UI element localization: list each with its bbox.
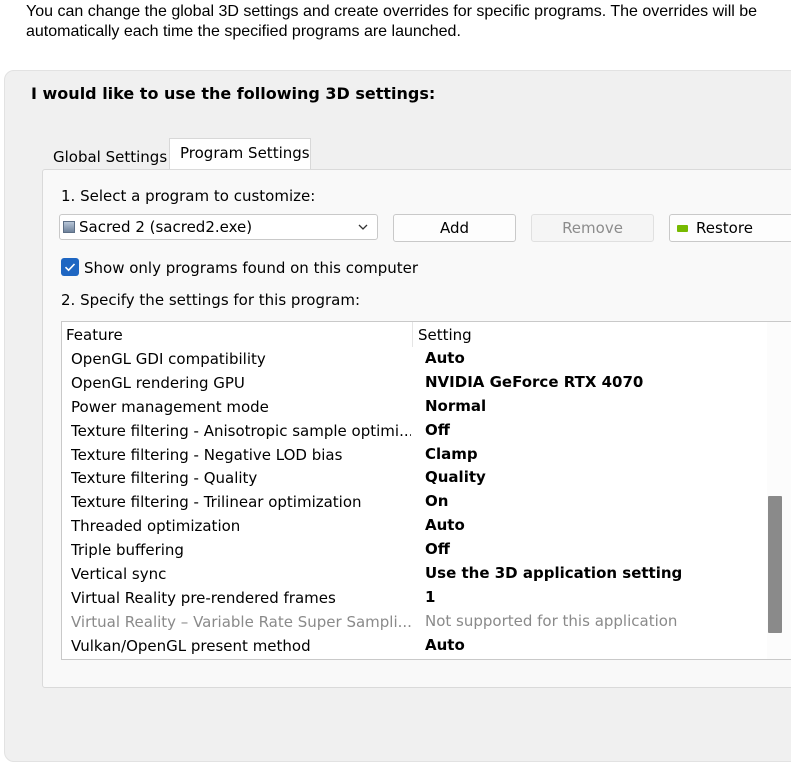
table-row[interactable]: Texture filtering - Negative LOD bias Cla… [62, 443, 767, 467]
table-row[interactable]: Threaded optimization Auto [62, 514, 767, 538]
setting-cell[interactable]: Not supported for this application [425, 612, 677, 630]
setting-cell[interactable]: Normal [425, 397, 486, 415]
table-row[interactable]: Triple buffering Off [62, 538, 767, 562]
nvidia-icon [677, 225, 688, 232]
feature-cell: Threaded optimization [71, 517, 241, 536]
settings-heading: I would like to use the following 3D set… [31, 84, 436, 103]
feature-cell: Vulkan/OpenGL present method [71, 636, 311, 655]
vertical-scrollbar[interactable] [767, 322, 791, 659]
program-select[interactable]: Sacred 2 (sacred2.exe) [59, 214, 378, 240]
feature-cell: OpenGL GDI compatibility [71, 350, 266, 368]
table-row[interactable]: Vertical sync Use the 3D application sett… [62, 562, 767, 586]
settings-list: Feature Setting OpenGL GDI compatibility… [61, 321, 791, 660]
app-icon [63, 221, 75, 233]
column-header-feature[interactable]: Feature [66, 326, 123, 344]
program-select-value: Sacred 2 (sacred2.exe) [79, 218, 253, 236]
setting-cell[interactable]: Auto [425, 516, 465, 534]
setting-cell[interactable]: Auto [425, 636, 465, 654]
setting-cell[interactable]: Off [425, 421, 450, 439]
list-header: Feature Setting [62, 322, 767, 347]
table-row[interactable]: OpenGL GDI compatibility Auto [62, 347, 767, 371]
table-row[interactable]: OpenGL rendering GPU NVIDIA GeForce RTX 4… [62, 371, 767, 395]
show-only-found-label: Show only programs found on this compute… [84, 259, 419, 277]
tab-global-settings[interactable]: Global Settings [44, 143, 178, 170]
step1-label: 1. Select a program to customize: [61, 187, 316, 205]
intro-text: You can change the global 3D settings an… [26, 3, 758, 40]
restore-label: Restore [696, 219, 753, 237]
feature-cell: Virtual Reality – Variable Rate Super Sa… [71, 612, 411, 631]
feature-cell: Power management mode [71, 397, 269, 416]
settings-rows: OpenGL GDI compatibility Auto OpenGL rende… [62, 347, 767, 658]
feature-cell: Texture filtering - Trilinear optimizati… [71, 493, 362, 512]
column-header-setting[interactable]: Setting [418, 326, 472, 344]
table-row[interactable]: Texture filtering - Anisotropic sample o… [62, 419, 767, 443]
feature-cell: Texture filtering - Negative LOD bias [71, 445, 343, 464]
table-row[interactable]: Texture filtering - Quality Quality [62, 466, 767, 490]
setting-cell[interactable]: Quality [425, 468, 486, 486]
add-button[interactable]: Add [393, 214, 516, 242]
setting-cell[interactable]: Use the 3D application setting [425, 564, 682, 582]
restore-button[interactable]: Restore [669, 214, 791, 242]
feature-cell: Vertical sync [71, 565, 167, 584]
scrollbar-thumb[interactable] [768, 496, 782, 633]
show-only-found-checkbox[interactable] [61, 258, 79, 276]
column-divider [412, 322, 413, 347]
setting-cell[interactable]: 1 [425, 588, 435, 606]
setting-cell[interactable]: Clamp [425, 445, 478, 463]
tab-program-settings[interactable]: Program Settings [169, 138, 311, 170]
remove-button[interactable]: Remove [531, 214, 654, 242]
table-row[interactable]: Power management mode Normal [62, 395, 767, 419]
setting-cell[interactable]: On [425, 492, 448, 510]
feature-cell: Texture filtering - Quality [71, 469, 258, 488]
table-row[interactable]: Virtual Reality – Variable Rate Super Sa… [62, 610, 767, 634]
setting-cell[interactable]: Auto [425, 349, 465, 367]
chevron-down-icon [358, 224, 368, 230]
table-row[interactable]: Vulkan/OpenGL present method Auto [62, 634, 767, 658]
table-row[interactable]: Texture filtering - Trilinear optimizati… [62, 490, 767, 514]
feature-cell: Triple buffering [71, 541, 184, 560]
table-row[interactable]: Virtual Reality pre-rendered frames 1 [62, 586, 767, 610]
step2-label: 2. Specify the settings for this program… [61, 291, 361, 309]
feature-cell: Texture filtering - Anisotropic sample o… [71, 421, 411, 440]
feature-cell: OpenGL rendering GPU [71, 373, 245, 392]
setting-cell[interactable]: NVIDIA GeForce RTX 4070 [425, 373, 643, 391]
check-icon [64, 263, 76, 272]
feature-cell: Virtual Reality pre-rendered frames [71, 588, 336, 607]
setting-cell[interactable]: Off [425, 540, 450, 558]
